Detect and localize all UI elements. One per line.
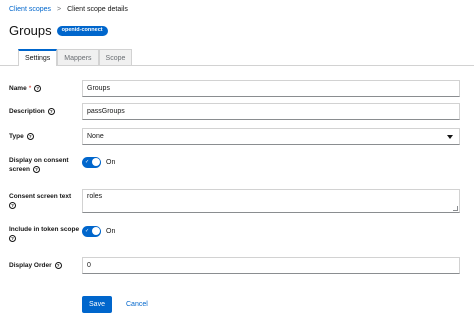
display-order-label-text: Display Order [9, 262, 52, 269]
include-token-label-text: Include in token scope [9, 226, 80, 233]
display-consent-label-line1: Display on consent [9, 157, 69, 164]
save-button[interactable]: Save [82, 296, 112, 313]
display-consent-control: ✓ On [82, 156, 115, 168]
breadcrumb-current: Client scope details [67, 6, 128, 13]
help-icon[interactable]: ? [9, 201, 16, 209]
consent-text-textarea[interactable]: roles [82, 189, 460, 213]
help-icon[interactable]: ? [9, 234, 16, 242]
check-icon: ✓ [85, 158, 90, 165]
cancel-button[interactable]: Cancel [126, 301, 148, 308]
form-row-include-token: Include in token scope ? ✓ On [9, 225, 461, 243]
breadcrumb: Client scopes > Client scope details [9, 6, 128, 13]
consent-text-value: roles [87, 193, 103, 200]
tab-scope[interactable]: Scope [98, 49, 133, 66]
consent-text-label-text: Consent screen text [9, 193, 72, 200]
display-consent-state: On [106, 158, 116, 166]
description-label: Description? [9, 107, 82, 116]
name-label-text: Name [9, 85, 27, 92]
include-token-label: Include in token scope ? [9, 225, 82, 243]
form-row-type: Type? None [9, 128, 461, 145]
name-control: Groups [82, 80, 460, 97]
display-order-control: 0 [82, 257, 460, 274]
form-row-consent-text: Consent screen text ? roles [9, 189, 461, 213]
display-order-label: Display Order? [9, 261, 82, 270]
form-row-description: Description? passGroups [9, 103, 461, 120]
type-control: None [82, 128, 460, 145]
tab-mappers[interactable]: Mappers [57, 49, 99, 66]
description-control: passGroups [82, 103, 460, 120]
required-mark: * [28, 85, 32, 92]
toggle-knob [91, 227, 100, 235]
tab-settings[interactable]: Settings [18, 49, 58, 67]
help-icon[interactable]: ? [32, 165, 40, 173]
include-token-control: ✓ On [82, 225, 115, 237]
include-token-toggle[interactable]: ✓ [82, 225, 101, 237]
check-icon: ✓ [85, 227, 90, 234]
help-icon[interactable]: ? [26, 132, 34, 140]
protocol-badge: openid-connect [56, 25, 108, 36]
breadcrumb-separator: > [57, 6, 62, 13]
name-label: Name *? [9, 84, 82, 93]
consent-text-control: roles [82, 189, 460, 213]
resize-handle-icon[interactable] [453, 206, 458, 211]
toggle-knob [91, 158, 100, 166]
display-consent-label-line2: screen [9, 166, 30, 173]
caret-down-icon [447, 134, 453, 139]
type-select[interactable]: None [82, 128, 460, 145]
title-row: Groups openid-connect [9, 23, 108, 38]
type-select-value: None [87, 133, 104, 140]
breadcrumb-client-scopes-link[interactable]: Client scopes [9, 6, 51, 13]
consent-text-label: Consent screen text ? [9, 192, 82, 210]
form-actions: Save Cancel [82, 296, 148, 313]
tab-bar: Settings Mappers Scope [0, 49, 474, 67]
help-icon[interactable]: ? [47, 107, 55, 115]
type-label-text: Type [9, 133, 24, 140]
form-row-name: Name *? Groups [9, 80, 461, 97]
name-input[interactable]: Groups [82, 80, 460, 97]
help-icon[interactable]: ? [34, 84, 42, 92]
include-token-state: On [106, 227, 116, 235]
help-icon[interactable]: ? [54, 261, 62, 269]
description-label-text: Description [9, 108, 45, 115]
form-row-display-consent: Display on consent screen? ✓ On [9, 156, 461, 174]
page-title: Groups [9, 23, 52, 38]
description-input[interactable]: passGroups [82, 103, 460, 120]
display-consent-label: Display on consent screen? [9, 156, 82, 174]
type-label: Type? [9, 132, 82, 141]
display-consent-toggle[interactable]: ✓ [82, 156, 101, 168]
display-order-input[interactable]: 0 [82, 257, 460, 274]
form-row-display-order: Display Order? 0 [9, 257, 461, 274]
